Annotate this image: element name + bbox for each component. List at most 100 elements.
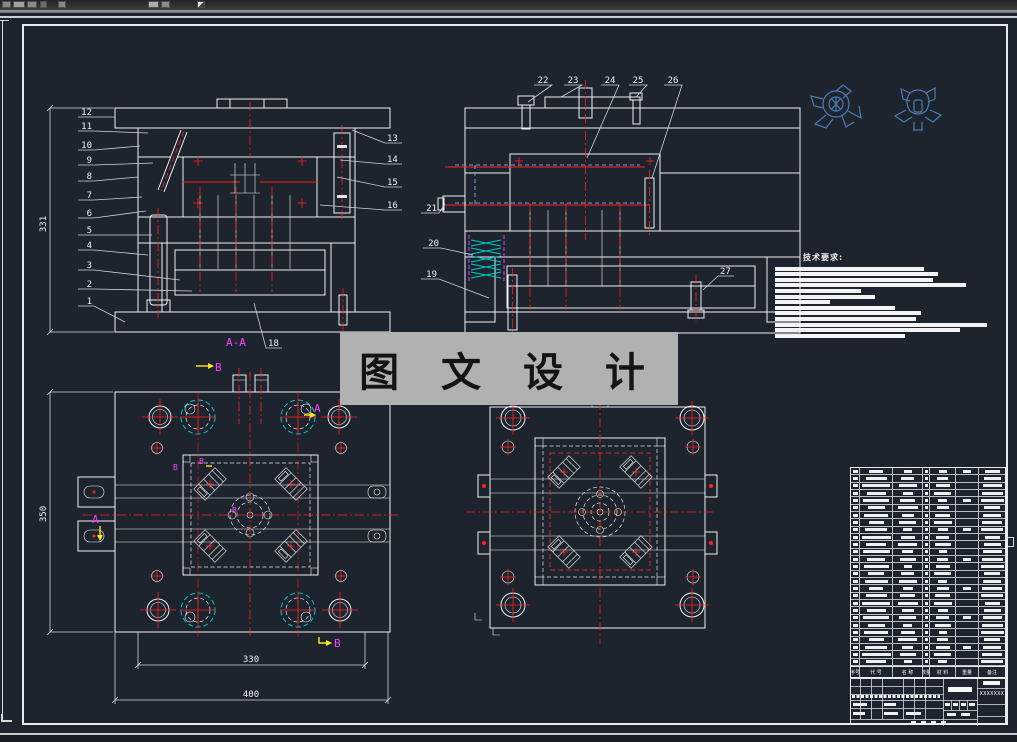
bom-cell — [893, 541, 923, 548]
bom-cell — [979, 483, 1005, 489]
tech-requirement-line — [775, 300, 830, 305]
bom-cell — [979, 519, 1005, 525]
guide-pillar — [146, 208, 171, 318]
bom-rows — [851, 468, 1005, 666]
bom-cell — [923, 511, 930, 519]
bom-cell — [860, 614, 893, 621]
toolbar-icon[interactable] — [2, 1, 11, 8]
bom-cell — [979, 512, 1005, 518]
bom-cell — [930, 489, 956, 497]
dim-text: 400 — [243, 690, 259, 700]
part-callout: 18 — [268, 339, 279, 349]
toolbar-icon[interactable] — [13, 1, 25, 8]
bom-row — [851, 475, 1005, 483]
pencil-icon[interactable] — [197, 1, 205, 8]
bom-cell — [860, 541, 893, 548]
bom-cell — [923, 599, 930, 607]
bom-row — [851, 592, 1005, 600]
section-view-a: 331 12 11 10 9 8 7 6 5 4 3 2 1 13 14 15 … — [39, 98, 402, 349]
tech-requirement-line — [775, 283, 966, 288]
bom-cell — [956, 555, 979, 563]
dim-400: 400 — [111, 632, 392, 704]
part-callout: 20 — [428, 239, 439, 249]
svg-text:B: B — [232, 506, 237, 515]
bom-cell — [860, 636, 893, 643]
bom-cell — [956, 643, 979, 651]
bom-cell — [956, 563, 979, 570]
bom-row — [851, 607, 1005, 615]
sprue-posts — [232, 368, 269, 424]
bom-cell — [851, 511, 860, 519]
bom-cell — [851, 636, 860, 643]
bom-cell — [860, 570, 893, 577]
part-callout: 3 — [87, 261, 92, 271]
bom-cell — [956, 504, 979, 511]
bom-cell — [851, 541, 860, 548]
bom-cell — [930, 475, 956, 482]
toolbar-icon[interactable] — [27, 1, 37, 8]
bom-cell — [851, 497, 860, 504]
bom-cell — [860, 555, 893, 563]
tech-requirement-line — [775, 322, 987, 327]
bom-row — [851, 570, 1005, 578]
part-callout: 9 — [87, 156, 92, 166]
bom-cell — [930, 548, 956, 555]
bom-cell — [860, 621, 893, 629]
bom-cell — [860, 504, 893, 511]
bom-cell — [923, 570, 930, 577]
toolbar-icon[interactable] — [40, 1, 47, 8]
bom-cell — [851, 482, 860, 489]
part-callout: 11 — [81, 122, 92, 132]
bom-cell — [851, 614, 860, 621]
bom-cell — [851, 599, 860, 607]
tech-requirements-title: 技术要求: — [803, 253, 844, 262]
bom-cell — [930, 563, 956, 570]
bom-cell — [979, 534, 1005, 540]
bom-cell — [851, 577, 860, 585]
bom-cell — [956, 468, 979, 475]
return-pin-column — [333, 125, 351, 220]
bom-row — [851, 643, 1005, 652]
bom-cell — [930, 533, 956, 541]
callouts-left: 21 20 19 — [421, 203, 490, 299]
bom-cell — [860, 533, 893, 541]
part-callout: 12 — [81, 108, 92, 118]
bom-cell — [860, 475, 893, 482]
part-name-bar — [948, 687, 972, 692]
bom-row — [851, 533, 1005, 542]
part-callout: 6 — [87, 209, 92, 219]
stop-pin — [338, 288, 348, 331]
guide-holes — [496, 401, 709, 622]
bom-cell — [923, 482, 930, 489]
bom-cell — [851, 548, 860, 555]
bom-cell — [956, 489, 979, 497]
bom-cell — [851, 504, 860, 511]
bom-row — [851, 636, 1005, 644]
bom-cell — [860, 482, 893, 489]
bom-row — [851, 577, 1005, 586]
toolbar-icon[interactable] — [161, 1, 170, 8]
bom-cell — [930, 497, 956, 504]
bom-row — [851, 563, 1005, 571]
bom-cell — [956, 614, 979, 621]
bom-cell — [893, 651, 923, 658]
watermark: 图 文 设 计 — [340, 332, 678, 405]
bom-cell — [860, 519, 893, 526]
bom-cell — [956, 607, 979, 614]
bom-cell — [851, 651, 860, 658]
bom-cell — [851, 475, 860, 482]
titleblock-smudge-row — [852, 695, 940, 698]
bom-cell — [979, 563, 1005, 569]
title-block: XXXXXXX — [850, 677, 1007, 726]
toolbar-icon[interactable] — [58, 1, 66, 8]
bom-row — [851, 504, 1005, 512]
bom-cell — [930, 519, 956, 526]
springs — [468, 235, 505, 282]
bom-cell — [930, 636, 956, 643]
toolbar-icon[interactable] — [148, 1, 159, 8]
bom-cell — [893, 475, 923, 482]
bom-cell — [979, 593, 1005, 599]
bom-cell — [979, 600, 1005, 606]
tech-requirement-line — [775, 305, 895, 310]
bom-cell — [923, 658, 930, 665]
